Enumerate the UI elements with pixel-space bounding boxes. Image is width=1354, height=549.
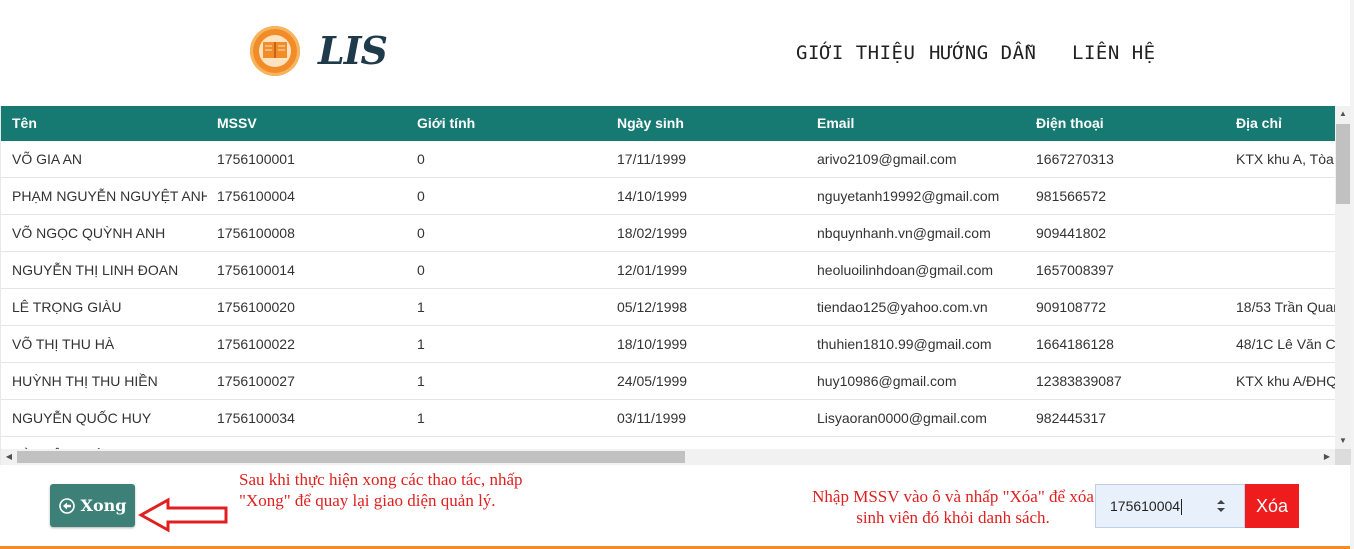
cell-phone: 1667270313: [1036, 151, 1114, 167]
cell-birthdate: 18/02/1999: [617, 225, 688, 241]
cell-email: Lisyaoran0000@gmail.com: [817, 410, 987, 426]
cell-address: KTX khu A/ĐHQG: [1236, 373, 1335, 389]
cell-mssv: 1756100001: [217, 151, 295, 167]
cell-address: 18/53 Trần Quang: [1236, 299, 1335, 315]
vertical-scroll-thumb[interactable]: [1336, 124, 1350, 204]
cell-phone: 909441802: [1036, 225, 1107, 241]
column-header-address[interactable]: Địa chỉ: [1236, 106, 1335, 141]
cell-email: nbquynhanh.vn@gmail.com: [817, 225, 991, 241]
cell-name: VÕ GIA AN: [12, 151, 83, 167]
cell-address: KTX khu A, Tòa A: [1236, 151, 1335, 167]
cell-address: [1236, 178, 1335, 214]
cell-birthdate: 17/11/1999: [617, 151, 687, 167]
cell-email: nguyetanh19992@gmail.com: [817, 188, 1000, 204]
scrollbar-corner: [1335, 449, 1351, 465]
cell-phone: 909108772: [1036, 299, 1107, 315]
cell-email: tiendao125@yahoo.com.vn: [817, 299, 988, 315]
instruction-note-delete: Nhập MSSV vào ô và nhấp "Xóa" để xóa sin…: [812, 487, 1094, 527]
cell-address: [1236, 215, 1335, 251]
cell-name: VÕ NGỌC QUỲNH ANH: [12, 225, 166, 241]
instruction-note-done: Sau khi thực hiện xong các thao tác, nhấ…: [239, 470, 523, 510]
scroll-down-icon[interactable]: ▼: [1335, 433, 1351, 449]
scroll-up-icon[interactable]: ▲: [1335, 106, 1351, 122]
scroll-left-icon[interactable]: ◀: [1, 449, 17, 465]
logo-text[interactable]: LIS: [318, 28, 388, 73]
cell-birthdate: 12/01/1999: [617, 262, 688, 278]
cell-gender: 0: [417, 188, 425, 204]
cell-birthdate: 24/05/1999: [617, 373, 688, 389]
book-icon: [263, 42, 287, 58]
site-header: LIS GIỚI THIỆU HƯỚNG DẪN LIÊN HỆ: [0, 0, 1354, 106]
table-vertical-scrollbar[interactable]: ▲ ▼: [1335, 106, 1351, 449]
table-row[interactable]: NGUYỄN THỊ LINH ĐOAN 1756100014 0 12/01/…: [1, 252, 1335, 289]
cell-phone: 1664186128: [1036, 336, 1114, 352]
mssv-input[interactable]: 175610004: [1095, 484, 1245, 528]
column-header-mssv[interactable]: MSSV: [217, 106, 407, 141]
column-header-gender[interactable]: Giới tính: [417, 106, 607, 141]
cell-address: [1236, 400, 1335, 436]
table-row[interactable]: VÕ THỊ THU HÀ 1756100022 1 18/10/1999 th…: [1, 326, 1335, 363]
cell-name: VÕ THỊ THU HÀ: [12, 336, 115, 352]
table-body: VÕ GIA AN 1756100001 0 17/11/1999 arivo2…: [1, 141, 1335, 465]
cell-email: arivo2109@gmail.com: [817, 151, 957, 167]
done-button[interactable]: Xong: [50, 484, 135, 527]
table-row[interactable]: HUỲNH THỊ THU HIỀN 1756100027 1 24/05/19…: [1, 363, 1335, 400]
cell-gender: 0: [417, 262, 425, 278]
table-row[interactable]: NGUYỄN QUỐC HUY 1756100034 1 03/11/1999 …: [1, 400, 1335, 437]
mssv-input-value: 175610004: [1110, 498, 1181, 514]
done-button-label: Xong: [80, 496, 127, 515]
cell-gender: 1: [417, 336, 425, 352]
cell-birthdate: 14/10/1999: [617, 188, 688, 204]
nav-huong-dan[interactable]: HƯỚNG DẪN: [929, 42, 1036, 64]
table-row[interactable]: LÊ TRỌNG GIÀU 1756100020 1 05/12/1998 ti…: [1, 289, 1335, 326]
table-horizontal-scrollbar[interactable]: ◀ ▶: [1, 449, 1335, 465]
table-row[interactable]: VÕ NGỌC QUỲNH ANH 1756100008 0 18/02/199…: [1, 215, 1335, 252]
column-header-birthdate[interactable]: Ngày sinh: [617, 106, 807, 141]
cell-name: NGUYỄN QUỐC HUY: [12, 410, 152, 426]
cell-email: huy10986@gmail.com: [817, 373, 957, 389]
cell-gender: 0: [417, 225, 425, 241]
cell-phone: 982445317: [1036, 410, 1107, 426]
cell-name: HUỲNH THỊ THU HIỀN: [12, 373, 158, 389]
cell-mssv: 1756100027: [217, 373, 295, 389]
arrow-circle-left-icon: [58, 497, 75, 514]
table-row[interactable]: VÕ GIA AN 1756100001 0 17/11/1999 arivo2…: [1, 141, 1335, 178]
cell-gender: 1: [417, 299, 425, 315]
cell-mssv: 1756100004: [217, 188, 295, 204]
table-row[interactable]: PHẠM NGUYỄN NGUYỆT ANH 1756100004 0 14/1…: [1, 178, 1335, 215]
cell-mssv: 1756100008: [217, 225, 295, 241]
cell-email: thuhien1810.99@gmail.com: [817, 336, 992, 352]
cell-phone: 12383839087: [1036, 373, 1122, 389]
cell-name: LÊ TRỌNG GIÀU: [12, 299, 122, 315]
cell-phone: 1657008397: [1036, 262, 1114, 278]
column-header-email[interactable]: Email: [817, 106, 1027, 141]
cell-mssv: 1756100022: [217, 336, 295, 352]
nav-gioi-thieu[interactable]: GIỚI THIỆU: [796, 42, 915, 64]
nav-lien-he[interactable]: LIÊN HỆ: [1072, 42, 1156, 64]
cell-mssv: 1756100034: [217, 410, 295, 426]
delete-button[interactable]: Xóa: [1245, 484, 1299, 528]
cell-gender: 1: [417, 410, 425, 426]
student-table: Tên MSSV Giới tính Ngày sinh Email Điện …: [0, 106, 1351, 465]
column-header-phone[interactable]: Điện thoại: [1036, 106, 1226, 141]
left-arrow-annotation-icon: [138, 497, 228, 533]
scroll-right-icon[interactable]: ▶: [1319, 449, 1335, 465]
cell-mssv: 1756100020: [217, 299, 295, 315]
cell-mssv: 1756100014: [217, 262, 295, 278]
cell-name: PHẠM NGUYỄN NGUYỆT ANH: [12, 188, 207, 204]
cell-gender: 1: [417, 373, 425, 389]
cell-phone: 981566572: [1036, 188, 1107, 204]
cell-gender: 0: [417, 151, 425, 167]
cell-address: [1236, 252, 1335, 288]
cell-address: 48/1C Lê Văn Chí: [1236, 336, 1335, 352]
cell-birthdate: 18/10/1999: [617, 336, 688, 352]
number-spinner-icon[interactable]: [1216, 485, 1226, 527]
cell-birthdate: 03/11/1999: [617, 410, 687, 426]
column-header-name[interactable]: Tên: [12, 106, 207, 141]
horizontal-scroll-thumb[interactable]: [17, 451, 685, 463]
cell-name: NGUYỄN THỊ LINH ĐOAN: [12, 262, 179, 278]
table-header: Tên MSSV Giới tính Ngày sinh Email Điện …: [1, 106, 1335, 141]
cell-email: heoluoilinhdoan@gmail.com: [817, 262, 994, 278]
cell-birthdate: 05/12/1998: [617, 299, 688, 315]
